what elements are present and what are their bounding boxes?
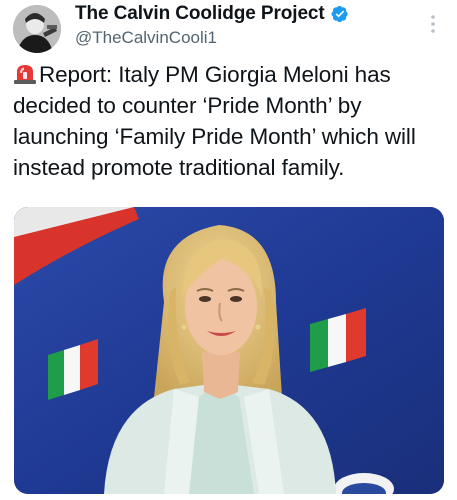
avatar[interactable]	[13, 5, 61, 53]
tweet-media-photo[interactable]	[14, 207, 444, 494]
more-options-icon[interactable]	[428, 13, 438, 35]
tweet-body: Report: Italy PM Giorgia Meloni has deci…	[13, 62, 416, 180]
author-display-name[interactable]: The Calvin Coolidge Project	[75, 3, 325, 25]
tweet-text: Report: Italy PM Giorgia Meloni has deci…	[13, 59, 449, 183]
photo-woman-italian-flags-icon	[14, 207, 444, 494]
siren-icon	[14, 65, 36, 84]
portrait-avatar-icon	[13, 5, 61, 53]
verified-badge-icon	[331, 5, 348, 23]
author-name-row[interactable]: The Calvin Coolidge Project	[75, 3, 349, 25]
author-handle[interactable]: @TheCalvinCooli1	[75, 28, 217, 48]
